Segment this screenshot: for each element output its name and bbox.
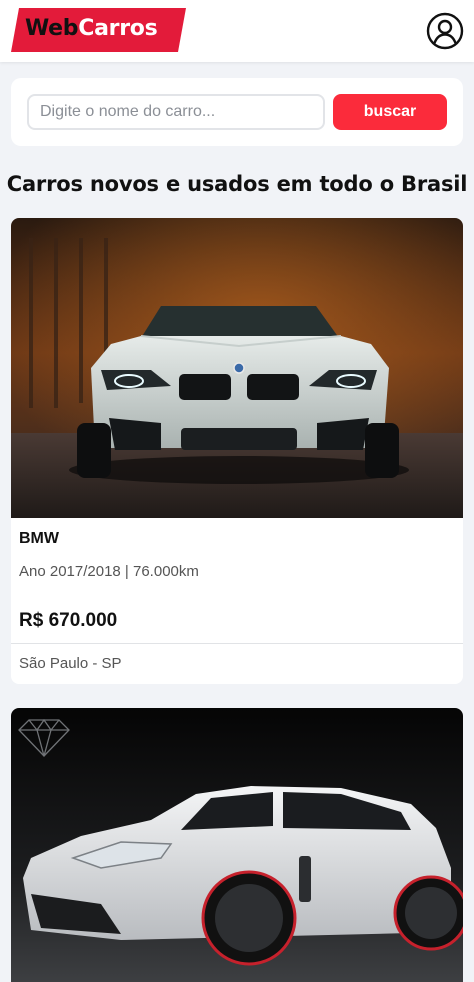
car-year-mileage: Ano 2017/2018 | 76.000km [19,563,199,580]
page-title: Carros novos e usados em todo o Brasil [6,172,468,196]
car-photo [11,218,463,518]
logo-text-carros: Carros [78,16,158,41]
car-card[interactable]: BMW Ano 2017/2018 | 76.000km R$ 670.000 … [11,218,463,684]
car-location: São Paulo - SP [19,655,122,672]
user-circle-icon [426,12,464,50]
search-button[interactable]: buscar [333,94,447,130]
search-bar: buscar [11,78,463,146]
logo-text-web: Web [25,16,79,41]
card-divider [11,643,463,644]
search-input[interactable] [27,94,325,130]
webcarros-logo[interactable]: WebCarros [11,8,186,52]
car-card[interactable] [11,708,463,982]
car-photo [11,708,463,982]
logo-text: WebCarros [25,16,158,41]
car-name: BMW [19,530,59,547]
car-price: R$ 670.000 [19,610,118,631]
profile-button[interactable] [426,12,464,50]
app-header: WebCarros [0,0,474,62]
